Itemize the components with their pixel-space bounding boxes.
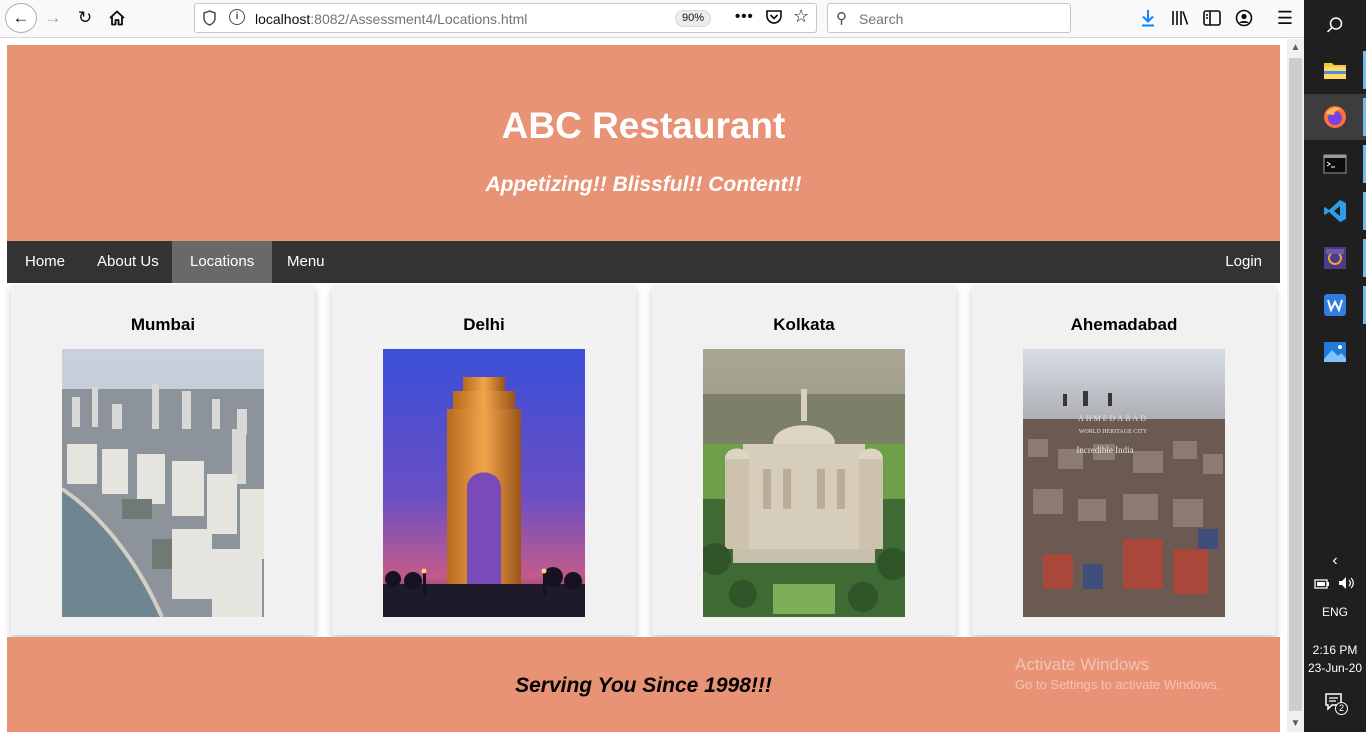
- tray-language[interactable]: ENG: [1304, 605, 1366, 619]
- wps-writer-icon: [1324, 294, 1346, 316]
- scroll-up-arrow-icon[interactable]: ▲: [1287, 39, 1304, 56]
- taskbar-search-button[interactable]: [1304, 2, 1366, 48]
- nav-item-login[interactable]: Login: [1207, 241, 1280, 283]
- location-card-title: Mumbai: [130, 315, 196, 334]
- nav-item-about-us[interactable]: About Us: [79, 241, 177, 283]
- page-scrollbar[interactable]: ▲ ▼: [1287, 39, 1304, 732]
- taskbar-file-explorer[interactable]: [1304, 47, 1366, 93]
- search-icon: ⚲: [836, 10, 847, 27]
- location-card-title: Kolkata: [773, 315, 835, 334]
- windows-taskbar: ‹ ENG 2:16 PM 23-Jun-20 2: [1304, 0, 1366, 732]
- show-hidden-icons-chevron-icon[interactable]: ‹: [1304, 552, 1366, 570]
- ahmedabad-city-photo: AHMEDABAD WORLD HERITAGE CITY Incredible…: [1023, 349, 1225, 617]
- nav-item-home[interactable]: Home: [7, 241, 83, 283]
- taskbar-ide[interactable]: [1304, 235, 1366, 281]
- reload-icon: ↻: [77, 8, 93, 27]
- battery-icon: [1314, 579, 1330, 589]
- victoria-memorial-photo: [703, 349, 905, 617]
- download-icon[interactable]: [1136, 6, 1160, 30]
- terminal-icon: [1323, 154, 1347, 174]
- zoom-level-badge[interactable]: 90%: [675, 10, 711, 27]
- site-tagline: Appetizing!! Blissful!! Content!!: [485, 173, 802, 196]
- account-icon[interactable]: [1232, 6, 1256, 30]
- mumbai-skyline-photo: [62, 349, 264, 617]
- location-card-title: Delhi: [463, 315, 505, 334]
- arrow-left-icon: ←: [12, 8, 30, 27]
- nav-item-menu[interactable]: Menu: [269, 241, 343, 283]
- library-icon[interactable]: [1168, 6, 1192, 30]
- home-icon: [109, 10, 125, 26]
- search-icon: [1326, 17, 1343, 33]
- firefox-icon: [1324, 106, 1346, 128]
- home-button[interactable]: [102, 4, 132, 32]
- site-header: ABC Restaurant Appetizing!! Blissful!! C…: [7, 45, 1280, 241]
- location-card-title: Ahemadabad: [1070, 315, 1178, 334]
- watermark-subtitle: Go to Settings to activate Windows.: [1015, 677, 1221, 692]
- scrollbar-thumb[interactable]: [1289, 58, 1302, 711]
- folder-icon: [1324, 63, 1346, 79]
- site-title: ABC Restaurant: [501, 105, 786, 146]
- locations-grid: Mumbai Delhi Kolkata Ahemadabad AHMEDABA…: [7, 283, 1280, 637]
- arrow-right-icon: →: [44, 8, 62, 27]
- taskbar-command-prompt[interactable]: [1304, 141, 1366, 187]
- action-center-button[interactable]: 2: [1304, 692, 1366, 715]
- vscode-icon: [1324, 200, 1346, 222]
- info-icon[interactable]: i: [229, 9, 245, 25]
- india-gate-photo: [383, 349, 585, 617]
- taskbar-vscode[interactable]: [1304, 188, 1366, 234]
- sidebar-icon[interactable]: [1200, 6, 1224, 30]
- volume-icon: [1338, 577, 1354, 589]
- nav-item-locations[interactable]: Locations: [172, 241, 273, 283]
- location-card-delhi: Delhi: [332, 285, 636, 635]
- shield-icon[interactable]: [203, 10, 217, 26]
- page-viewport: ABC Restaurant Appetizing!! Blissful!! C…: [0, 39, 1287, 732]
- hamburger-menu-icon[interactable]: ☰: [1273, 6, 1297, 30]
- tray-battery-volume[interactable]: [1304, 576, 1366, 593]
- photos-icon: [1324, 342, 1346, 362]
- watermark-title: Activate Windows: [1015, 655, 1150, 674]
- ide-icon: [1324, 247, 1346, 269]
- taskbar-wps[interactable]: [1304, 282, 1366, 328]
- forward-button[interactable]: →: [38, 4, 68, 32]
- back-button[interactable]: ←: [5, 3, 37, 33]
- navbar: Home About Us Locations Menu Login: [7, 241, 1280, 283]
- ahmedabad-image-caption-line2: WORLD HERITAGE CITY: [1079, 429, 1148, 435]
- search-placeholder: Search: [859, 11, 904, 27]
- url-bar[interactable]: i localhost:8082/Assessment4/Locations.h…: [194, 3, 817, 33]
- taskbar-photos[interactable]: [1304, 329, 1366, 375]
- ahmedabad-image-caption-line1: AHMEDABAD: [1078, 414, 1148, 423]
- notification-count-badge: 2: [1335, 702, 1348, 715]
- browser-toolbar: ← → ↻ i localhost:8082/Assessment4/Locat…: [0, 0, 1304, 38]
- search-bar[interactable]: ⚲ Search: [827, 3, 1071, 33]
- tray-clock-time[interactable]: 2:16 PM: [1304, 643, 1366, 657]
- location-card-kolkata: Kolkata: [652, 285, 956, 635]
- location-card-ahemadabad: Ahemadabad AHMEDABAD WORLD HERITAGE CITY…: [972, 285, 1276, 635]
- pocket-icon[interactable]: [765, 8, 783, 26]
- url-text[interactable]: localhost:8082/Assessment4/Locations.htm…: [255, 11, 527, 27]
- taskbar-firefox[interactable]: [1304, 94, 1366, 140]
- reload-button[interactable]: ↻: [70, 4, 100, 32]
- activate-windows-watermark: Activate Windows Go to Settings to activ…: [1015, 655, 1220, 692]
- tray-clock-date[interactable]: 23-Jun-20: [1304, 661, 1366, 675]
- bookmark-star-icon[interactable]: ☆: [793, 6, 809, 27]
- location-card-mumbai: Mumbai: [11, 285, 315, 635]
- ahmedabad-image-caption-line3: Incredible India: [1076, 445, 1133, 455]
- page-actions-icon[interactable]: •••: [735, 8, 754, 25]
- scroll-down-arrow-icon[interactable]: ▼: [1287, 715, 1304, 732]
